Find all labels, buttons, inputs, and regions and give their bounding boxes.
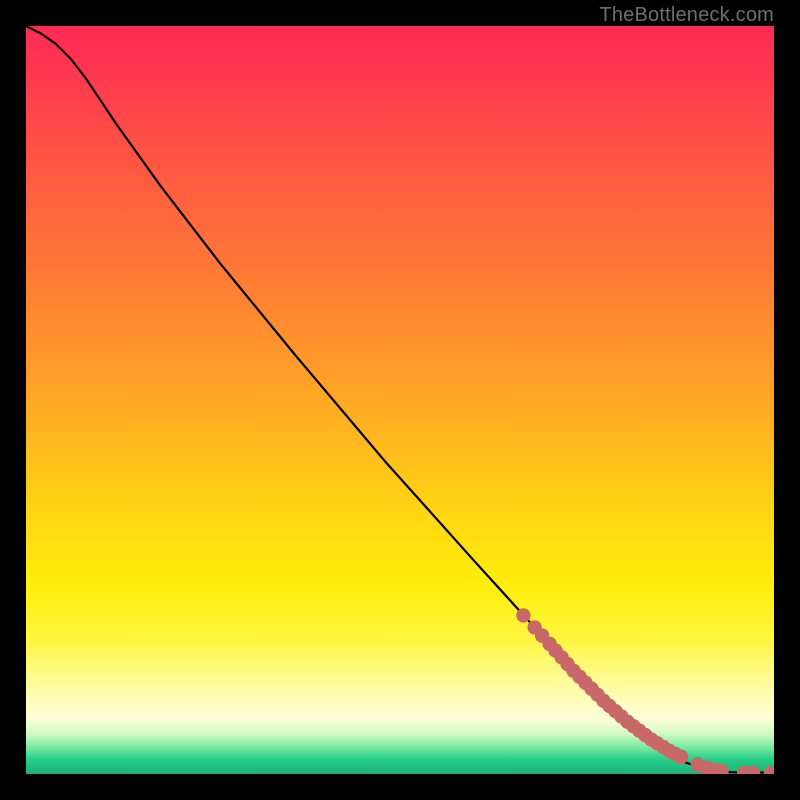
marker-dot [516,608,530,622]
attribution-label: TheBottleneck.com [599,4,774,27]
curve-layer [26,26,774,774]
chart-container: TheBottleneck.com [0,0,800,800]
highlight-markers [516,608,774,774]
plot-area [26,26,774,774]
curve-line [26,26,774,773]
marker-dot [674,750,688,764]
